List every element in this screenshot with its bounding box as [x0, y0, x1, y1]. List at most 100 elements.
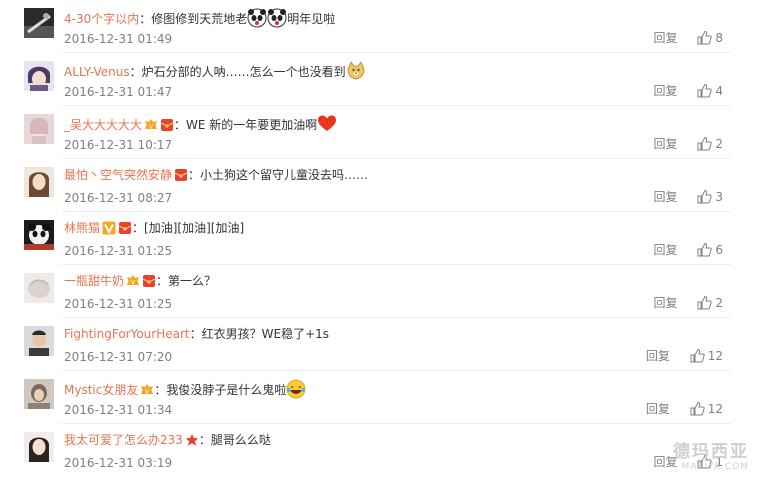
comment-text: 腿哥么么哒: [210, 433, 271, 447]
username-link[interactable]: Mystic女朋友: [64, 383, 138, 397]
comment-line: 我太可爱了怎么办233 ：腿哥么么哒: [64, 432, 271, 449]
reply-button[interactable]: 回复: [646, 349, 670, 363]
watermark-title: 德玛西亚: [673, 442, 749, 462]
colon: ：: [188, 168, 201, 182]
comment-actions: 回复 2: [654, 295, 723, 311]
comment-time: 2016-12-31 07:20: [64, 350, 173, 364]
thumbs-up-icon: [697, 30, 713, 45]
avatar[interactable]: [24, 432, 54, 462]
comment-item: _吴大大大大大 V ：WE 新的一年要更加油啊 2016-12-31 10:17 回…: [0, 106, 761, 159]
comment-actions: 回复 6: [654, 242, 723, 258]
comment-line: 4-30个字以内：修图修到天荒地老 明年见啦: [64, 8, 335, 28]
comment-text: 小土狗这个留守儿童没去吗……: [200, 168, 369, 182]
username-link[interactable]: _吴大大大大大: [64, 118, 142, 132]
like-button[interactable]: 2: [697, 136, 723, 152]
comment-time: 2016-12-31 03:19: [64, 456, 173, 470]
like-count: 12: [707, 402, 723, 416]
comment-time: 2016-12-31 01:25: [64, 297, 173, 311]
username-link[interactable]: 4-30个字以内: [64, 12, 139, 26]
reply-button[interactable]: 回复: [654, 243, 678, 257]
comment-line: _吴大大大大大 V ：WE 新的一年要更加油啊: [64, 114, 337, 134]
thumbs-up-icon: [697, 136, 713, 151]
red-envelope-icon: [142, 274, 156, 288]
avatar[interactable]: [24, 61, 54, 91]
avatar[interactable]: [24, 273, 54, 303]
comment-time: 2016-12-31 01:25: [64, 244, 173, 258]
thumbs-up-icon: [697, 189, 713, 204]
red-envelope-icon: [174, 168, 188, 182]
avatar[interactable]: [24, 220, 54, 250]
like-button[interactable]: 4: [697, 83, 723, 99]
comment-time: 2016-12-31 01:49: [64, 32, 173, 46]
like-button[interactable]: 12: [690, 348, 723, 364]
reply-button[interactable]: 回复: [654, 84, 678, 98]
like-count: 2: [715, 137, 723, 151]
comment-line: FightingForYourHeart：红衣男孩？WE稳了+1s: [64, 326, 329, 343]
like-button[interactable]: 12: [690, 401, 723, 417]
thumbs-up-icon: [690, 348, 705, 363]
verified-v-badge-icon: [102, 221, 116, 235]
like-count: 3: [715, 190, 723, 204]
comment-line: 一瓶甜牛奶 V ：第一么？: [64, 273, 216, 290]
comment-item: ALLY-Venus：炉石分部的人呐……怎么一个也没看到 2016-12-31 …: [0, 53, 761, 106]
comment-text: 炉石分部的人呐……怎么一个也没看到: [141, 65, 346, 79]
comment-item: 最怕丶空气突然安静 ：小土狗这个留守儿童没去吗…… 2016-12-31 08:2…: [0, 159, 761, 212]
comment-actions: 回复 12: [646, 348, 723, 364]
reply-button[interactable]: 回复: [654, 190, 678, 204]
star-badge-icon: [185, 433, 199, 447]
like-button[interactable]: 2: [697, 295, 723, 311]
comment-time: 2016-12-31 08:27: [64, 191, 173, 205]
like-count: 2: [715, 296, 723, 310]
colon: ：: [139, 12, 152, 26]
comment-line: 林熊猫 ：[加油][加油][加油]: [64, 220, 244, 237]
red-envelope-icon: [118, 221, 132, 235]
comment-text: 第一么？: [168, 274, 217, 288]
username-link[interactable]: 林熊猫: [64, 221, 100, 235]
colon: ：: [154, 383, 167, 397]
comment-actions: 回复 3: [654, 189, 723, 205]
comment-text: 我俊没脖子是什么鬼啦: [166, 383, 287, 397]
comment-line: ALLY-Venus：炉石分部的人呐……怎么一个也没看到: [64, 61, 366, 81]
comment-item: 一瓶甜牛奶 V ：第一么？ 2016-12-31 01:25 回复 2: [0, 265, 761, 318]
like-count: 4: [715, 84, 723, 98]
panda-emoji-icon: [247, 8, 267, 28]
like-count: 8: [715, 31, 723, 45]
reply-button[interactable]: 回复: [654, 137, 678, 151]
like-button[interactable]: 6: [697, 242, 723, 258]
like-count: 12: [707, 349, 723, 363]
avatar[interactable]: [24, 114, 54, 144]
reply-button[interactable]: 回复: [654, 31, 678, 45]
comment-text: [加油][加油][加油]: [144, 221, 245, 235]
thumbs-up-icon: [690, 401, 705, 416]
comment-item: 我太可爱了怎么办233 ：腿哥么么哒 2016-12-31 03:19 回复 1: [0, 424, 761, 477]
avatar[interactable]: [24, 379, 54, 409]
like-button[interactable]: 8: [697, 30, 723, 46]
colon: ：: [198, 433, 211, 447]
thumbs-up-icon: [697, 242, 713, 257]
comment-line: 最怕丶空气突然安静 ：小土狗这个留守儿童没去吗……: [64, 167, 368, 184]
like-button[interactable]: 3: [697, 189, 723, 205]
comment-item: Mystic女朋友 V ：我俊没脖子是什么鬼啦 2016-12-31 01:34 回…: [0, 371, 761, 424]
username-link[interactable]: 我太可爱了怎么办233: [64, 433, 183, 447]
username-link[interactable]: 最怕丶空气突然安静: [64, 168, 172, 182]
red-envelope-icon: [160, 118, 174, 132]
username-link[interactable]: FightingForYourHeart: [64, 327, 190, 341]
avatar[interactable]: [24, 326, 54, 356]
reply-button[interactable]: 回复: [646, 402, 670, 416]
comment-item: FightingForYourHeart：红衣男孩？WE稳了+1s 2016-1…: [0, 318, 761, 371]
comment-item: 4-30个字以内：修图修到天荒地老 明年见啦 2016-12-31 01:49 回…: [0, 0, 761, 53]
thumbs-up-icon: [697, 295, 713, 310]
avatar[interactable]: [24, 8, 54, 38]
reply-button[interactable]: 回复: [654, 296, 678, 310]
comment-item: 林熊猫 ：[加油][加油][加油] 2016-12-31 01:25 回复 6: [0, 212, 761, 265]
watermark-url: MAXIYA.COM: [681, 462, 749, 472]
heart-emoji-icon: [317, 114, 337, 134]
comment-time: 2016-12-31 01:47: [64, 85, 173, 99]
username-link[interactable]: 一瓶甜牛奶: [64, 274, 124, 288]
comment-text-after: 明年见啦: [287, 12, 336, 26]
comment-time: 2016-12-31 01:34: [64, 403, 173, 417]
comment-text: 红衣男孩？WE稳了+1s: [201, 327, 330, 341]
colon: ：: [156, 274, 169, 288]
username-link[interactable]: ALLY-Venus: [64, 65, 130, 79]
avatar[interactable]: [24, 167, 54, 197]
